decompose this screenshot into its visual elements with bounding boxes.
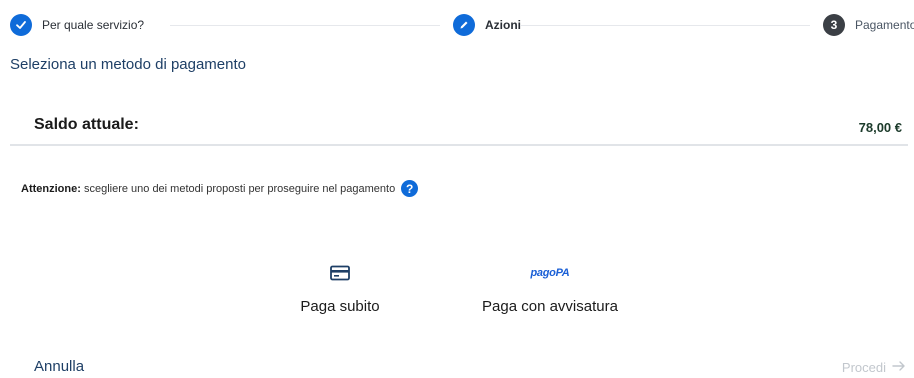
step-service[interactable]: Per quale servizio? [10,14,144,36]
check-icon [10,14,32,36]
step-payment-label: Pagamento [855,18,914,32]
step-actions[interactable]: Azioni [453,14,521,36]
step-connector [170,25,440,26]
page-title: Seleziona un metodo di pagamento [10,56,247,73]
pay-now-label: Paga subito [300,298,380,315]
pencil-icon [453,14,475,36]
notice-text: scegliere uno dei metodi proposti per pr… [83,182,396,195]
proceed-label: Procedi [841,360,886,375]
balance-value: 78,00 € [858,120,902,135]
balance-label: Saldo attuale: [34,116,139,133]
stepper: Per quale servizio? Azioni 3 Pagamento [0,0,914,52]
cancel-button[interactable]: Annulla [34,358,84,375]
notice-strong: Attenzione: [21,182,81,195]
step-service-label: Per quale servizio? [42,18,145,32]
pagopa-logo: pagoPA [531,260,570,286]
notice: Attenzione: scegliere uno dei metodi pro… [21,180,419,197]
step-number-badge: 3 [823,14,845,36]
pay-with-notice-option[interactable]: pagoPA Paga con avvisatura [475,260,625,315]
step-actions-label: Azioni [485,18,521,32]
balance-row: Saldo attuale: 78,00 € [10,108,908,146]
pay-now-option[interactable]: Paga subito [290,260,390,315]
credit-card-icon [330,260,350,286]
proceed-button[interactable]: Procedi [842,360,906,375]
pagopa-logo-text: pagoPA [530,267,570,279]
help-icon[interactable]: ? [401,180,419,197]
step-payment[interactable]: 3 Pagamento [823,14,914,36]
arrow-right-icon [892,360,906,375]
pay-with-notice-label: Paga con avvisatura [482,298,618,315]
step-connector [520,25,810,26]
